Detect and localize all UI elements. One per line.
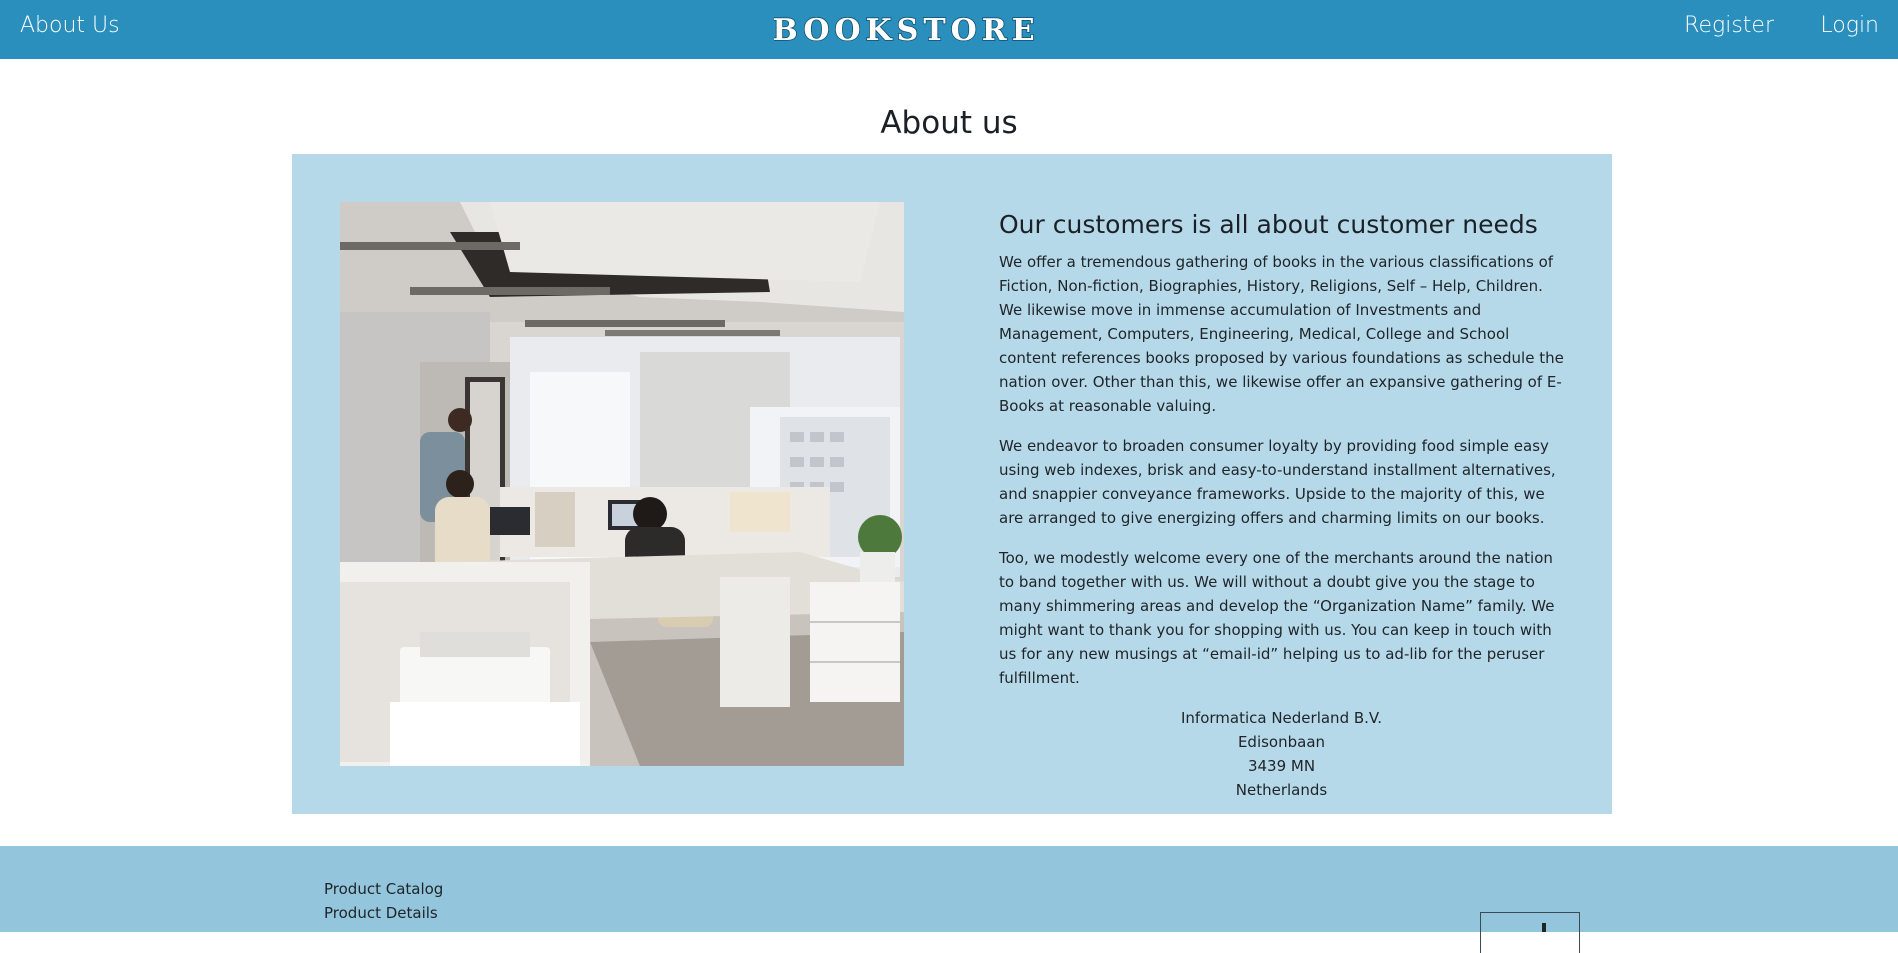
office-photo-illustration bbox=[340, 202, 904, 766]
svg-text:BOOKSTORE: BOOKSTORE bbox=[774, 13, 1038, 47]
nav-about-us-link[interactable]: About Us bbox=[20, 13, 120, 38]
about-panel: Our customers is all about customer need… bbox=[292, 154, 1612, 814]
about-paragraph-1: We offer a tremendous gathering of books… bbox=[999, 253, 1564, 415]
about-content: Our customers is all about customer need… bbox=[999, 202, 1564, 802]
footer-button-glyph bbox=[1542, 923, 1546, 932]
about-paragraph-2: We endeavor to broaden consumer loyalty … bbox=[999, 437, 1556, 527]
footer-link-product-details[interactable]: Product Details bbox=[324, 904, 438, 922]
address-line-postcode: 3439 MN bbox=[1247, 757, 1316, 775]
address-line-country: Netherlands bbox=[1235, 781, 1328, 799]
nav-register-link[interactable]: Register bbox=[1684, 13, 1774, 38]
page-title: About us bbox=[880, 105, 1018, 141]
about-heading: Our customers is all about customer need… bbox=[999, 210, 1538, 239]
about-paragraph-3: Too, we modestly welcome every one of th… bbox=[999, 549, 1555, 687]
top-navbar: About Us BOOKSTORE Register Login bbox=[0, 0, 1898, 59]
office-photo bbox=[340, 202, 904, 766]
nav-login-link[interactable]: Login bbox=[1820, 13, 1879, 38]
footer: Product Catalog Product Details bbox=[0, 846, 1898, 953]
address-line-street: Edisonbaan bbox=[1237, 733, 1326, 751]
bookstore-logo[interactable]: BOOKSTORE bbox=[774, 11, 1038, 47]
address-line-company: Informatica Nederland B.V. bbox=[1180, 709, 1383, 727]
footer-button[interactable] bbox=[1480, 912, 1580, 953]
company-address: Informatica Nederland B.V. Edisonbaan 34… bbox=[999, 706, 1564, 802]
footer-link-product-catalog[interactable]: Product Catalog bbox=[324, 880, 443, 898]
